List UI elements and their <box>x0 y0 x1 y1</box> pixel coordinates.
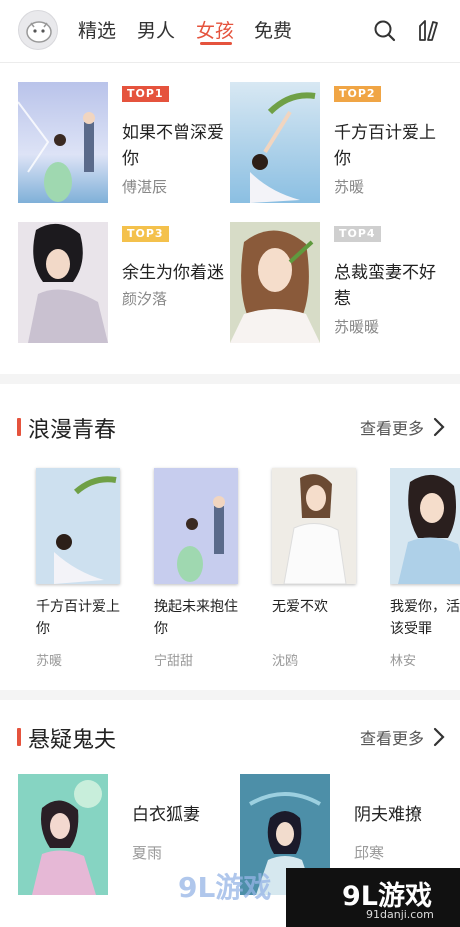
rank-badge: TOP3 <box>122 226 169 242</box>
book-author: 苏暖 <box>334 178 365 196</box>
ranking-card-top3[interactable]: TOP3 余生为你着迷 颜汐落 <box>18 222 238 344</box>
book-author: 沈鸥 <box>272 654 299 669</box>
avatar-icon <box>26 21 52 43</box>
book-cover <box>18 774 108 895</box>
section-title: 悬疑鬼夫 <box>28 728 117 753</box>
book-title: 总裁蛮妻不好惹 <box>334 263 436 309</box>
chevron-right-icon[interactable] <box>432 416 446 438</box>
rank-badge: TOP4 <box>334 226 381 242</box>
book-cover <box>230 222 320 343</box>
watermark-logo-faded: 9L游戏 <box>178 871 272 904</box>
book-title: 千方百计爱上你 <box>36 599 120 637</box>
book-title: 如果不曾深爱你 <box>122 123 224 169</box>
book-title: 阴夫难撩 <box>354 805 422 825</box>
ranking-card-top1[interactable]: TOP1 如果不曾深爱你 傅湛辰 <box>18 82 238 204</box>
book-cover <box>154 468 238 584</box>
book-cover <box>272 468 356 584</box>
top-nav-bar: 精选 男人 女孩 免费 <box>0 0 460 62</box>
book-cover <box>230 82 320 203</box>
book-author: 宁甜甜 <box>154 654 194 669</box>
nav-divider <box>0 62 460 63</box>
book-cover <box>18 82 108 203</box>
ranking-card-top2[interactable]: TOP2 千方百计爱上你 苏暖 <box>230 82 450 204</box>
section-header-suspense: 悬疑鬼夫 查看更多 <box>0 718 460 758</box>
library-icon[interactable] <box>416 18 442 44</box>
book-cover <box>390 468 460 584</box>
book-title: 我爱你，活该受罪 <box>390 599 460 637</box>
book-author: 颜汐落 <box>122 290 168 308</box>
section-header-romance: 浪漫青春 查看更多 <box>0 408 460 448</box>
book-author: 苏暖 <box>36 654 63 669</box>
book-item[interactable]: 我爱你，活该受罪 林安 <box>390 468 460 678</box>
tab-free[interactable]: 免费 <box>254 16 292 43</box>
section-accent-bar <box>17 728 21 746</box>
view-more-link[interactable]: 查看更多 <box>360 415 424 439</box>
book-title: 白衣狐妻 <box>132 805 200 825</box>
book-author: 邱寒 <box>354 844 385 862</box>
book-author: 傅湛辰 <box>122 178 168 196</box>
book-author: 夏雨 <box>132 844 163 862</box>
rank-badge: TOP2 <box>334 86 381 102</box>
avatar[interactable] <box>18 10 58 50</box>
section-title: 浪漫青春 <box>28 418 117 443</box>
book-cover <box>18 222 108 343</box>
rank-badge: TOP1 <box>122 86 169 102</box>
section-divider <box>0 374 460 384</box>
book-author: 林安 <box>390 654 417 669</box>
book-title: 无爱不欢 <box>272 599 328 615</box>
tab-girls[interactable]: 女孩 <box>196 16 234 43</box>
watermark-box: 9L游戏 91danji.com <box>286 868 460 927</box>
section-divider <box>0 690 460 700</box>
section-accent-bar <box>17 418 21 436</box>
view-more-link[interactable]: 查看更多 <box>360 725 424 749</box>
book-title: 挽起未来抱住你 <box>154 599 238 637</box>
book-title: 千方百计爱上你 <box>334 123 436 169</box>
watermark-site: 91danji.com <box>366 908 434 921</box>
book-title: 余生为你着迷 <box>122 263 224 283</box>
book-cover <box>36 468 120 584</box>
search-icon[interactable] <box>372 18 398 44</box>
chevron-right-icon[interactable] <box>432 726 446 748</box>
ranking-card-top4[interactable]: TOP4 总裁蛮妻不好惹 苏暖暖 <box>230 222 450 344</box>
tab-men[interactable]: 男人 <box>137 16 175 43</box>
book-author: 苏暖暖 <box>334 318 380 336</box>
tab-featured[interactable]: 精选 <box>78 16 116 43</box>
active-tab-indicator <box>200 42 232 45</box>
